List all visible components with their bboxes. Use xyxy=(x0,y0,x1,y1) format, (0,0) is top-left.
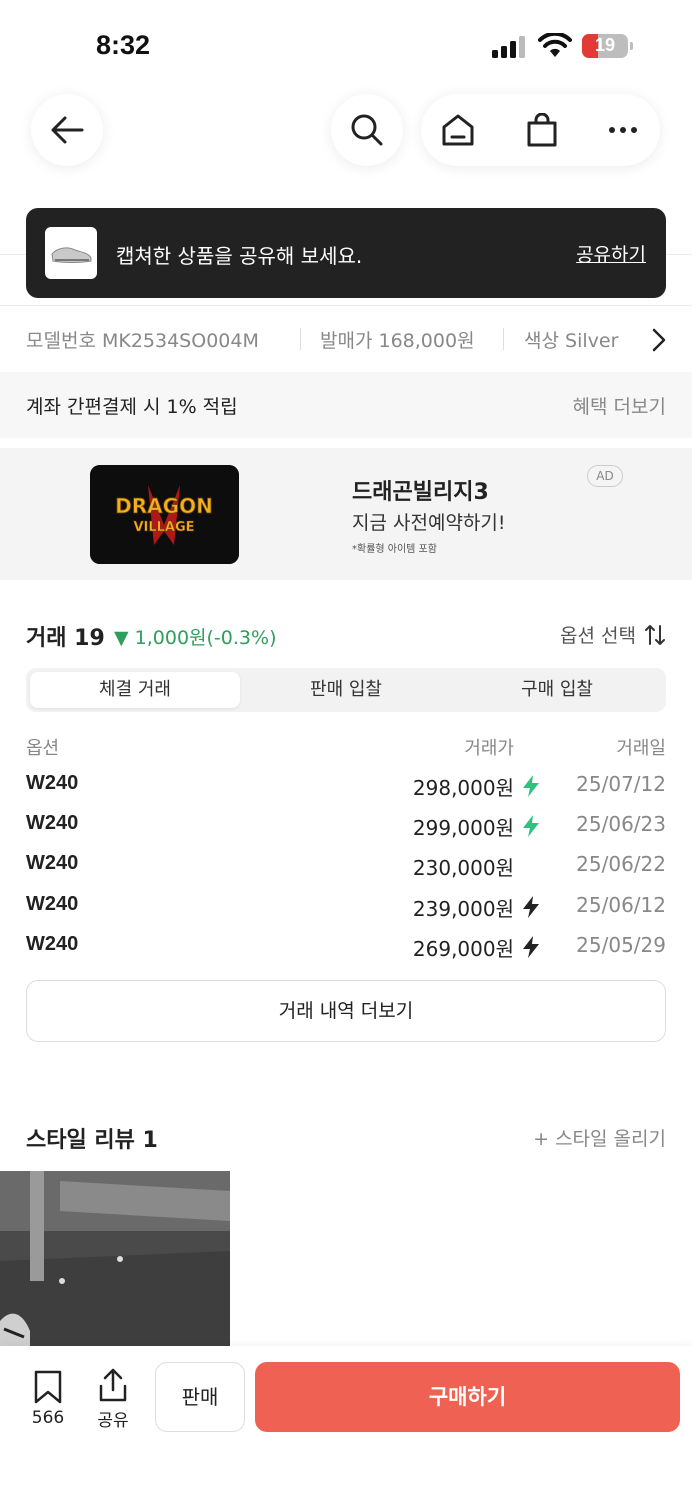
style-upload-link[interactable]: + 스타일 올리기 xyxy=(533,1124,666,1151)
spec-model: 모델번호 MK2534SO004M xyxy=(26,330,259,352)
bookmark-count: 566 xyxy=(31,1408,65,1428)
svg-text:DRAGON: DRAGON xyxy=(115,494,213,518)
row-price: 239,000원 xyxy=(412,897,514,921)
battery-icon: 19 xyxy=(582,34,628,58)
row-option: W240 xyxy=(26,812,79,834)
style-review-title: 스타일 리뷰 1 xyxy=(26,1128,158,1153)
chevron-right-icon[interactable] xyxy=(652,328,666,352)
battery-level: 19 xyxy=(594,35,616,55)
benefit-text: 계좌 간편결제 시 1% 적립 xyxy=(26,396,238,418)
buy-button[interactable]: 구매하기 xyxy=(255,1362,680,1432)
trade-title: 거래 19 xyxy=(26,626,105,651)
price-change: ▼ 1,000원(-0.3%) xyxy=(114,627,277,649)
shopping-bag-icon xyxy=(527,113,557,147)
share-button[interactable]: 공유 xyxy=(91,1368,135,1431)
nav-action-group xyxy=(421,94,660,166)
table-row: W240 298,000원 25/07/12 xyxy=(0,772,692,812)
sell-button[interactable]: 판매 xyxy=(155,1362,245,1432)
tab-buy-bids[interactable]: 구매 입찰 xyxy=(452,672,662,708)
ad-title: 드래곤빌리지3 xyxy=(352,480,489,505)
lightning-bolt-icon xyxy=(523,775,539,797)
game-logo: DRAGON VILLAGE xyxy=(90,465,239,564)
shoe-image xyxy=(51,247,92,263)
bookmark-icon xyxy=(34,1370,62,1404)
share-toast: 캡쳐한 상품을 공유해 보세요. 공유하기 xyxy=(26,208,666,298)
lightning-bolt-icon xyxy=(523,815,539,837)
bottom-action-bar: 566 공유 판매 구매하기 xyxy=(0,1346,692,1500)
row-option: W240 xyxy=(26,893,79,915)
cellular-signal-icon xyxy=(492,36,525,58)
sort-icon xyxy=(645,625,665,645)
toast-share-link[interactable]: 공유하기 xyxy=(576,240,646,267)
status-time: 8:32 xyxy=(96,30,151,60)
row-price: 298,000원 xyxy=(412,776,514,800)
ad-subtitle: 지금 사전예약하기! xyxy=(352,512,506,534)
search-icon xyxy=(351,114,383,146)
row-option: W240 xyxy=(26,852,79,874)
arrow-left-icon xyxy=(51,116,84,144)
row-date: 25/06/22 xyxy=(576,852,666,876)
benefit-more-link[interactable]: 혜택 더보기 xyxy=(573,392,666,419)
row-option: W240 xyxy=(26,933,79,955)
tab-completed-trades[interactable]: 체결 거래 xyxy=(30,672,240,708)
ad-banner[interactable]: DRAGON VILLAGE 드래곤빌리지3 지금 사전예약하기! *확률형 아… xyxy=(0,448,692,580)
ad-badge: AD xyxy=(587,465,623,487)
spec-color: 색상 Silver xyxy=(524,330,619,352)
status-bar: 8:32 19 xyxy=(0,0,692,90)
home-button[interactable] xyxy=(421,94,495,166)
table-row: W240 299,000원 25/06/23 xyxy=(0,812,692,852)
svg-text:VILLAGE: VILLAGE xyxy=(133,520,194,535)
style-review-photo[interactable] xyxy=(0,1171,230,1351)
search-button[interactable] xyxy=(331,94,403,166)
more-button[interactable] xyxy=(586,94,660,166)
divider xyxy=(0,305,692,306)
row-date: 25/06/23 xyxy=(576,812,666,836)
benefit-bar: 계좌 간편결제 시 1% 적립 혜택 더보기 xyxy=(0,372,692,438)
table-row: W240 269,000원 25/05/29 xyxy=(0,933,692,973)
trade-tabs: 체결 거래 판매 입찰 구매 입찰 xyxy=(26,668,666,712)
product-thumbnail xyxy=(45,227,97,279)
header-date: 거래일 xyxy=(616,738,666,759)
cart-button[interactable] xyxy=(505,94,579,166)
lightning-bolt-icon xyxy=(523,936,539,958)
share-label: 공유 xyxy=(97,1411,129,1431)
share-icon xyxy=(99,1368,127,1402)
toast-message: 캡쳐한 상품을 공유해 보세요. xyxy=(116,244,363,268)
header-option: 옵션 xyxy=(26,738,60,759)
spec-release-price: 발매가 168,000원 xyxy=(320,330,475,352)
table-row: W240 230,000원 25/06/22 xyxy=(0,852,692,892)
bookmark-button[interactable]: 566 xyxy=(26,1370,70,1428)
trade-history-more-button[interactable]: 거래 내역 더보기 xyxy=(26,980,666,1042)
option-select-button[interactable]: 옵션 선택 xyxy=(560,621,666,648)
ad-note: *확률형 아이템 포함 xyxy=(352,544,437,555)
table-row: W240 239,000원 25/06/12 xyxy=(0,893,692,933)
row-price: 299,000원 xyxy=(412,816,514,840)
more-horizontal-icon xyxy=(609,127,637,133)
home-icon xyxy=(442,114,474,146)
row-date: 25/06/12 xyxy=(576,893,666,917)
row-option: W240 xyxy=(26,772,79,794)
row-date: 25/07/12 xyxy=(576,772,666,796)
row-price: 230,000원 xyxy=(412,856,514,880)
tab-sell-bids[interactable]: 판매 입찰 xyxy=(241,672,451,708)
header-price: 거래가 xyxy=(464,738,514,759)
back-button[interactable] xyxy=(31,94,103,166)
row-date: 25/05/29 xyxy=(576,933,666,957)
row-price: 269,000원 xyxy=(412,937,514,961)
wifi-icon xyxy=(538,33,572,57)
lightning-bolt-icon xyxy=(523,896,539,918)
